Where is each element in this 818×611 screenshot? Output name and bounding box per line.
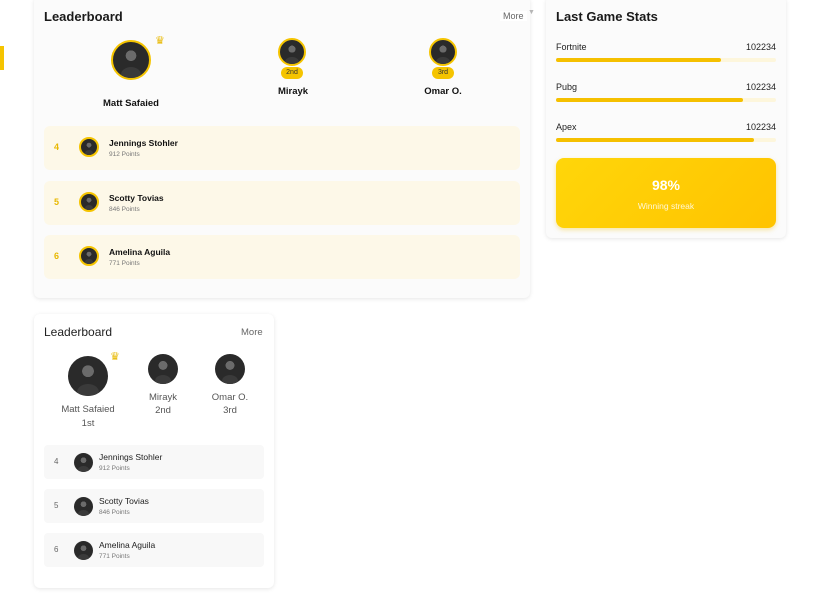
chevron-down-icon[interactable]: ▼ <box>528 9 535 16</box>
avatar <box>74 541 93 560</box>
leaderboard-row[interactable]: 6 Amelina Aguila 771 Points <box>44 235 520 279</box>
avatar <box>74 497 93 516</box>
stat-progress-bar <box>556 98 776 102</box>
leaderboard-title: Leaderboard <box>44 9 123 24</box>
leaderboard-row[interactable]: 4 Jennings Stohler 912 Points <box>44 445 264 479</box>
avatar <box>79 137 99 157</box>
more-link[interactable]: More <box>500 11 527 21</box>
row-rank: 6 <box>54 251 60 261</box>
row-player-name: Jennings Stohler <box>99 452 163 462</box>
podium-name-second: Mirayk <box>277 86 309 97</box>
leaderboard-card-primary: Leaderboard More ▼ ♛ Matt Safaied 2nd Mi… <box>34 0 535 298</box>
stat-value: 102234 <box>745 82 776 92</box>
row-player-name: Amelina Aguila <box>109 247 171 257</box>
podium-name-first: Matt Safaied <box>103 98 159 109</box>
winning-streak-card: 98% Winning streak <box>556 158 776 228</box>
leaderboard-row[interactable]: 6 Amelina Aguila 771 Points <box>44 533 264 567</box>
row-points: 771 Points <box>99 553 130 560</box>
row-player-name: Jennings Stohler <box>109 138 178 148</box>
stats-title: Last Game Stats <box>556 9 658 24</box>
row-points: 912 Points <box>99 465 130 472</box>
podium-place-first: 1st <box>81 418 95 429</box>
edge-accent-marker <box>0 46 4 70</box>
avatar <box>79 192 99 212</box>
stat-progress-bar <box>556 58 776 62</box>
row-player-name: Scotty Tovias <box>109 193 164 203</box>
stat-game-name: Fortnite <box>556 42 587 52</box>
row-rank: 5 <box>54 197 60 207</box>
row-rank: 4 <box>54 457 59 466</box>
row-rank: 6 <box>54 545 59 554</box>
podium-name-first: Matt Safaied <box>61 404 115 415</box>
row-points: 846 Points <box>99 509 130 516</box>
stat-fortnite: Fortnite 102234 <box>556 42 776 62</box>
leaderboard-title: Leaderboard <box>44 325 113 339</box>
stat-game-name: Apex <box>556 122 577 132</box>
stat-progress-fill <box>556 138 754 142</box>
avatar-second-place[interactable] <box>278 38 306 66</box>
leaderboard-card-secondary: Leaderboard More ♛ Matt Safaied 1st Mira… <box>34 314 274 588</box>
rank-badge-third: 3rd <box>432 67 454 79</box>
podium-place-third: 3rd <box>223 405 237 416</box>
stat-value: 102234 <box>745 122 776 132</box>
avatar-first-place[interactable] <box>111 40 151 80</box>
avatar-first-place[interactable] <box>68 356 108 396</box>
row-points: 771 Points <box>109 260 140 267</box>
stat-pubg: Pubg 102234 <box>556 82 776 102</box>
row-player-name: Scotty Tovias <box>99 496 149 506</box>
row-rank: 4 <box>54 142 60 152</box>
more-link[interactable]: More <box>241 327 263 338</box>
leaderboard-row[interactable]: 5 Scotty Tovias 846 Points <box>44 489 264 523</box>
row-player-name: Amelina Aguila <box>99 540 156 550</box>
rank-badge-second: 2nd <box>281 67 303 79</box>
avatar-third-place[interactable] <box>215 354 245 384</box>
stat-progress-bar <box>556 138 776 142</box>
leaderboard-row[interactable]: 4 Jennings Stohler 912 Points <box>44 126 520 170</box>
streak-percent: 98% <box>651 177 681 193</box>
stat-progress-fill <box>556 98 743 102</box>
avatar <box>74 453 93 472</box>
stat-value: 102234 <box>745 42 776 52</box>
podium-name-third: Omar O. <box>211 392 249 403</box>
row-points: 912 Points <box>109 151 140 158</box>
stat-apex: Apex 102234 <box>556 122 776 142</box>
last-game-stats-card: Last Game Stats Fortnite 102234 Pubg 102… <box>546 0 786 238</box>
avatar <box>79 246 99 266</box>
crown-icon: ♛ <box>110 351 120 363</box>
crown-icon: ♛ <box>155 35 165 47</box>
avatar-third-place[interactable] <box>429 38 457 66</box>
avatar-second-place[interactable] <box>148 354 178 384</box>
streak-label: Winning streak <box>637 201 695 211</box>
stat-game-name: Pubg <box>556 82 578 92</box>
leaderboard-row[interactable]: 5 Scotty Tovias 846 Points <box>44 181 520 225</box>
row-points: 846 Points <box>109 206 140 213</box>
podium-name-third: Omar O. <box>424 86 462 97</box>
row-rank: 5 <box>54 501 59 510</box>
stat-progress-fill <box>556 58 721 62</box>
